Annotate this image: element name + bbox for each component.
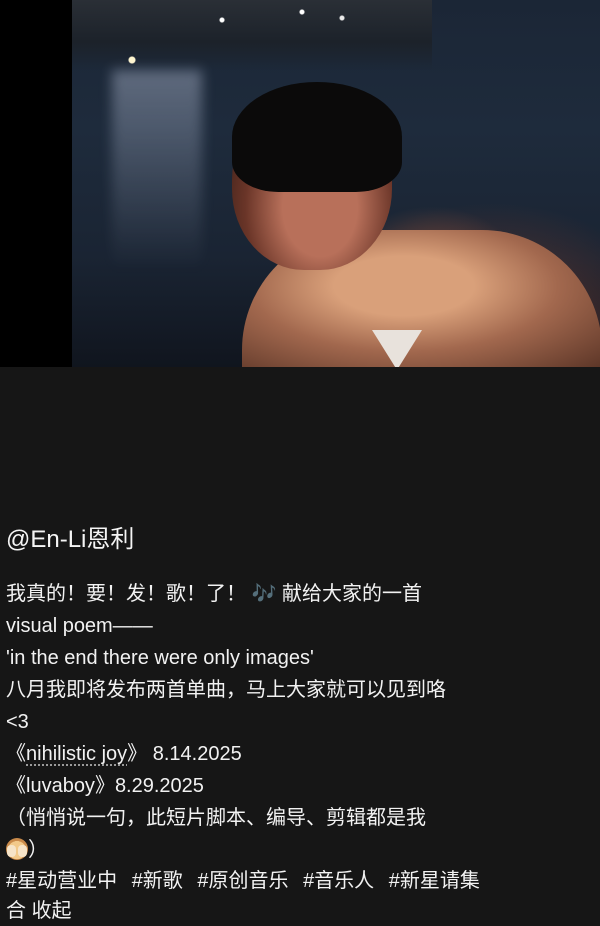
water-reflection	[112, 70, 202, 270]
caption-text: 我真的！要！发！歌！了！	[6, 583, 246, 605]
hashtag-link[interactable]: #音乐人	[303, 870, 374, 892]
caption-text: 献给大家的一首	[282, 583, 423, 605]
night-city-background	[72, 0, 432, 70]
caption-line: 八月我即将发布两首单曲，马上大家就可以见到咯	[6, 679, 446, 701]
see-no-evil-monkey-icon	[6, 838, 28, 860]
caption-line: 我真的！要！发！歌！了！ 🎶 献给大家的一首	[6, 578, 566, 610]
hashtag-row-continued: 合 收起	[6, 896, 72, 926]
release-date: 8.14.2025	[147, 743, 242, 765]
hashtag-link[interactable]: #星动营业中	[6, 870, 117, 892]
post-photo[interactable]	[72, 0, 600, 367]
bracket: 《	[6, 743, 26, 765]
hashtag-link[interactable]: #新歌	[132, 870, 183, 892]
caption-line: <3	[6, 711, 29, 733]
person-hair	[232, 82, 402, 192]
music-note-icon: 🎶	[251, 583, 277, 605]
hashtag-link[interactable]: #原创音乐	[197, 870, 288, 892]
hashtag-continuation[interactable]: 合	[6, 900, 26, 922]
song-title-link[interactable]: nihilistic joy	[26, 743, 127, 765]
caption-text: ）	[28, 839, 48, 861]
bracket: 》	[127, 743, 148, 765]
bracket: 《	[6, 775, 26, 797]
hashtag-row: #星动营业中 #新歌 #原创音乐 #音乐人 #新星请集	[6, 866, 489, 896]
caption-line: ）	[6, 834, 566, 866]
collapse-button[interactable]: 收起	[32, 900, 72, 922]
caption-line: 《nihilistic joy》 8.14.2025	[6, 738, 566, 770]
song-title: luvaboy	[26, 775, 95, 797]
caption-line: 'in the end there were only images'	[6, 647, 314, 669]
post-media[interactable]	[0, 0, 600, 367]
release-date: 8.29.2025	[114, 775, 204, 797]
author-handle[interactable]: @En-Li恩利	[6, 525, 134, 555]
post-caption: 我真的！要！发！歌！了！ 🎶 献给大家的一首 visual poem—— 'in…	[6, 578, 566, 866]
hashtag-link[interactable]: #新星请集	[389, 870, 480, 892]
caption-line: visual poem——	[6, 615, 153, 637]
caption-line: （悄悄说一句，此短片脚本、编导、剪辑都是我	[6, 807, 426, 829]
bracket: 》	[94, 775, 115, 797]
caption-line: 《luvaboy》8.29.2025	[6, 770, 566, 802]
